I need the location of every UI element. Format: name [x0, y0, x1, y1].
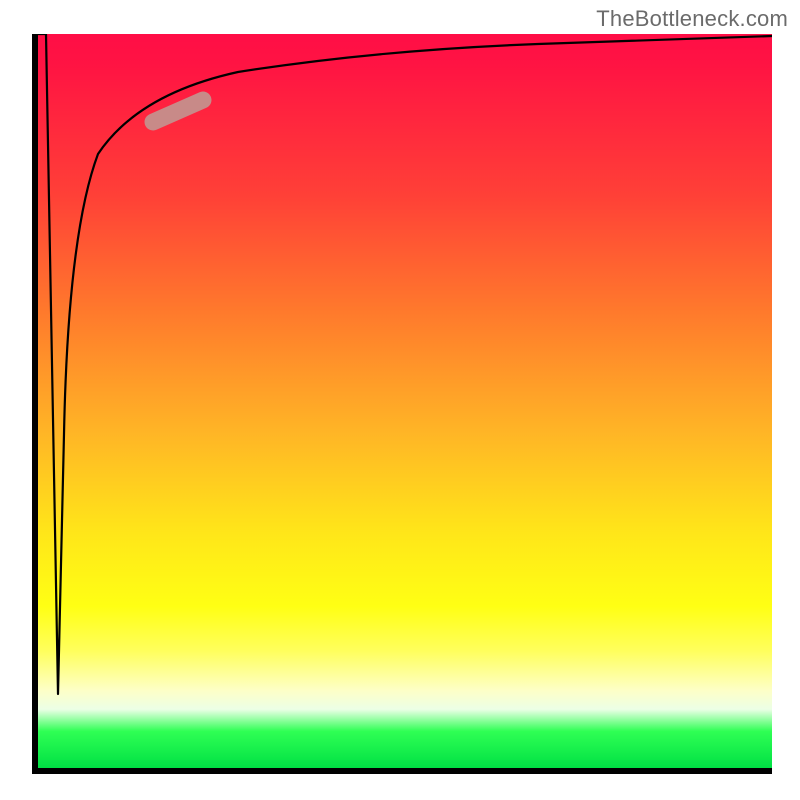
highlight-marker: [153, 100, 203, 122]
plot-area: [38, 34, 772, 768]
chart-root: TheBottleneck.com: [0, 0, 800, 800]
plot-frame: [32, 34, 772, 774]
watermark-text: TheBottleneck.com: [596, 6, 788, 32]
bottleneck-curve: [38, 34, 772, 768]
